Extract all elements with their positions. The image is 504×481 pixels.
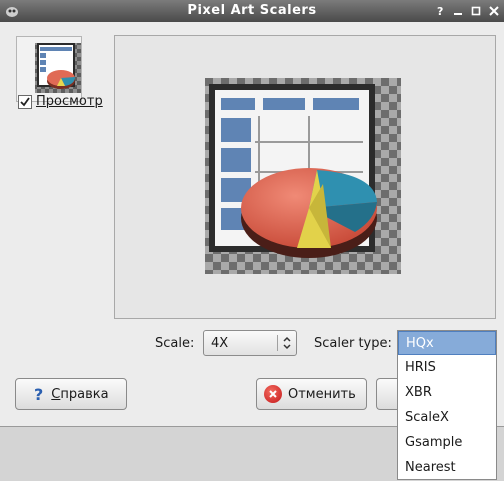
minimize-icon[interactable]	[451, 4, 464, 17]
scaler-type-dropdown[interactable]: HQx HRIS XBR ScaleX Gsample Nearest	[397, 330, 497, 480]
spreadsheet-chart-thumbnail-icon	[35, 43, 81, 93]
cancel-icon	[264, 385, 282, 403]
combo-separator	[277, 335, 278, 351]
help-wm-icon[interactable]: ?	[433, 4, 446, 17]
cancel-button[interactable]: Отменить	[256, 378, 367, 410]
dropdown-option[interactable]: Gsample	[398, 431, 496, 455]
cancel-button-label: Отменить	[288, 386, 356, 402]
scaler-type-label: Scaler type:	[314, 336, 392, 351]
scale-value: 4X	[211, 336, 229, 351]
thumbnail[interactable]	[16, 36, 82, 102]
updown-arrows-icon[interactable]	[282, 336, 292, 350]
scale-label: Scale:	[155, 336, 195, 351]
preview-image	[205, 78, 401, 274]
help-icon: ?	[34, 384, 44, 404]
dropdown-option[interactable]: HRIS	[398, 356, 496, 380]
svg-text:?: ?	[437, 5, 443, 17]
window-title: Pixel Art Scalers	[187, 3, 317, 18]
scale-spinner[interactable]: 4X	[203, 330, 297, 356]
preview-toggle[interactable]: Просмотр	[18, 94, 103, 109]
dropdown-option[interactable]: Nearest	[398, 456, 496, 480]
preview-label: Просмотр	[36, 94, 103, 109]
dropdown-option[interactable]: XBR	[398, 381, 496, 405]
preview-area	[114, 35, 496, 319]
dropdown-option[interactable]: HQx	[398, 331, 496, 355]
help-button-label: Справка	[51, 386, 109, 402]
close-icon[interactable]	[487, 4, 500, 17]
title-bar: Pixel Art Scalers ?	[0, 0, 504, 23]
maximize-icon[interactable]	[469, 4, 482, 17]
checkmark-icon	[20, 96, 30, 106]
help-button[interactable]: ? Справка	[15, 378, 127, 410]
dropdown-option[interactable]: ScaleX	[398, 406, 496, 430]
preview-checkbox[interactable]	[18, 94, 32, 109]
